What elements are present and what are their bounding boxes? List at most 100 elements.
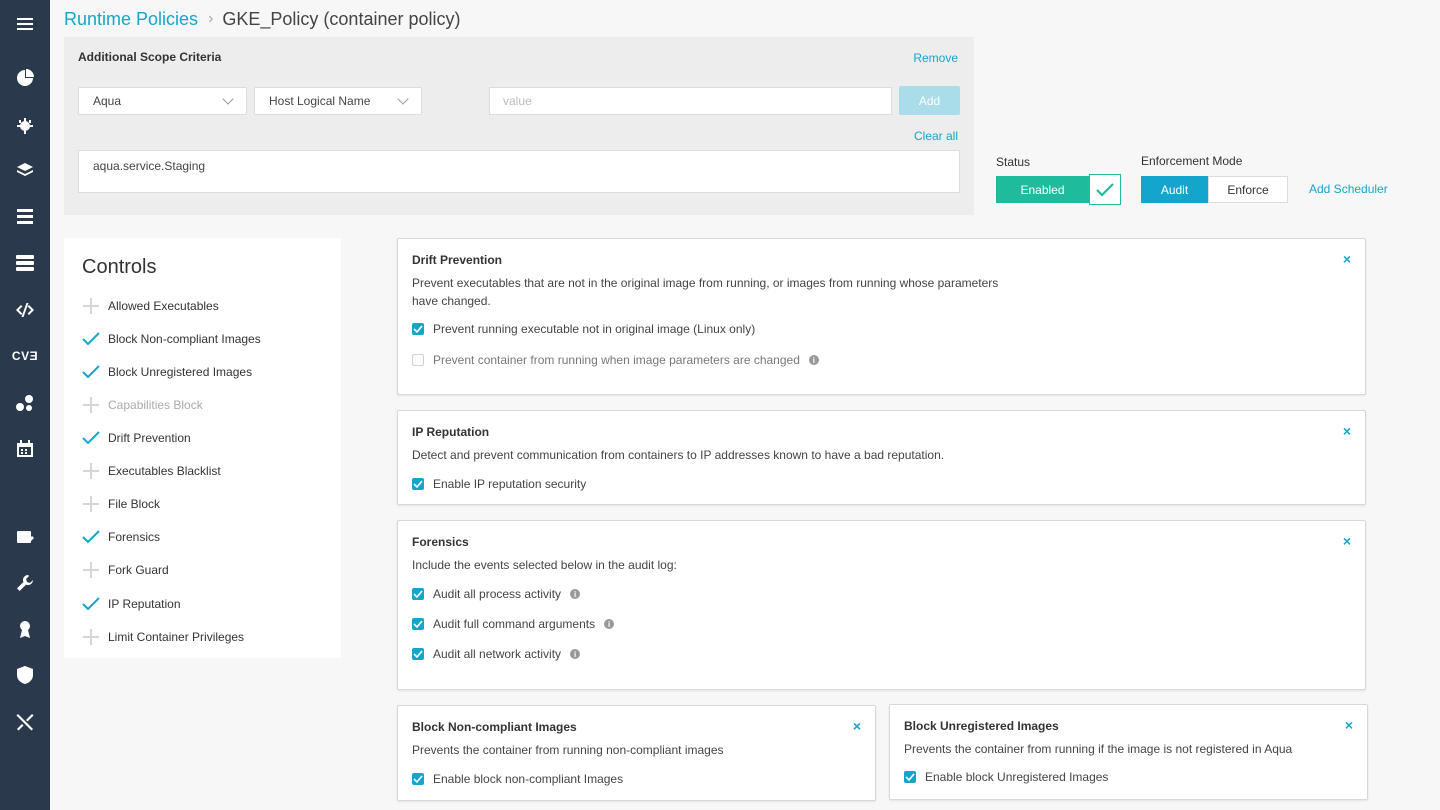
- control-capabilities-block[interactable]: Capabilities Block: [82, 394, 203, 416]
- cve-icon[interactable]: CVƎ: [0, 341, 50, 371]
- checkbox-checked[interactable]: [412, 773, 424, 785]
- control-drift-prevention[interactable]: Drift Prevention: [82, 427, 191, 449]
- control-label: IP Reputation: [108, 597, 181, 611]
- control-label: Forensics: [108, 530, 161, 544]
- unregistered-option-enable: Enable block Unregistered Images: [904, 770, 1108, 784]
- card-description: Prevent executables that are not in the …: [412, 274, 998, 310]
- noncompliant-option-enable: Enable block non-compliant Images: [412, 772, 623, 786]
- option-label: Prevent running executable not in origin…: [433, 322, 756, 336]
- calendar-icon[interactable]: [0, 434, 50, 464]
- option-label: Enable block non-compliant Images: [433, 772, 624, 786]
- ip-reputation-card: IP Reputation × Detect and prevent commu…: [397, 410, 1366, 505]
- breadcrumb: Runtime Policies › GKE_Policy (container…: [64, 6, 461, 32]
- check-icon: [82, 330, 100, 348]
- drift-option-parameters: Prevent container from running when imag…: [412, 353, 819, 367]
- policy-icon[interactable]: [0, 522, 50, 552]
- control-ip-reputation[interactable]: IP Reputation: [82, 593, 181, 615]
- card-description: Detect and prevent communication from co…: [412, 448, 945, 462]
- add-scope-button[interactable]: Add: [899, 86, 960, 115]
- card-title: Drift Prevention: [412, 253, 503, 267]
- audit-mode-button[interactable]: Audit: [1141, 176, 1208, 203]
- info-icon[interactable]: i: [570, 649, 581, 659]
- check-icon: [82, 528, 100, 546]
- scope-panel: Additional Scope Criteria Remove Aqua Ho…: [64, 37, 974, 215]
- bug-icon[interactable]: [0, 110, 50, 140]
- option-label: Enable IP reputation security: [433, 477, 587, 491]
- code-icon[interactable]: [0, 295, 50, 325]
- chevron-down-icon: [222, 93, 234, 105]
- card-title: Block Unregistered Images: [904, 719, 1059, 733]
- layers-icon[interactable]: [0, 155, 50, 185]
- forensics-card: Forensics × Include the events selected …: [397, 520, 1366, 690]
- scope-source-select[interactable]: Aqua: [78, 87, 247, 115]
- page-title: GKE_Policy (container policy): [222, 8, 461, 29]
- enforcement-mode-label: Enforcement Mode: [1141, 154, 1243, 168]
- wrench-icon[interactable]: [0, 568, 50, 598]
- option-label: Audit all network activity: [433, 647, 562, 661]
- plus-icon: [82, 495, 100, 513]
- tools-icon[interactable]: [0, 707, 50, 737]
- scope-attribute-value: Host Logical Name: [269, 94, 371, 108]
- close-icon[interactable]: ×: [1343, 533, 1351, 549]
- info-icon[interactable]: i: [570, 589, 581, 599]
- add-scheduler-link[interactable]: Add Scheduler: [1309, 182, 1388, 196]
- option-label: Audit full command arguments: [433, 617, 596, 631]
- card-description: Include the events selected below in the…: [412, 558, 677, 572]
- checkbox-unchecked[interactable]: [412, 354, 424, 366]
- status-value: Enabled: [1020, 182, 1065, 197]
- scope-value-input[interactable]: [489, 87, 892, 115]
- shield-icon[interactable]: [0, 660, 50, 690]
- control-file-block[interactable]: File Block: [82, 493, 160, 515]
- drift-option-executable: Prevent running executable not in origin…: [412, 322, 755, 336]
- forensics-option-network: Audit all network activity i: [412, 647, 581, 661]
- workloads-icon[interactable]: [0, 201, 50, 231]
- ip-option-enable: Enable IP reputation security: [412, 477, 586, 491]
- card-description: Prevents the container from running non-…: [412, 743, 724, 757]
- control-executables-blacklist[interactable]: Executables Blacklist: [82, 460, 221, 482]
- close-icon[interactable]: ×: [853, 718, 861, 734]
- plus-icon: [82, 462, 100, 480]
- close-icon[interactable]: ×: [1343, 423, 1351, 439]
- info-icon[interactable]: i: [604, 619, 615, 629]
- info-icon[interactable]: i: [808, 355, 819, 365]
- card-title: Forensics: [412, 535, 469, 549]
- servers-icon[interactable]: [0, 248, 50, 278]
- control-forensics[interactable]: Forensics: [82, 526, 160, 548]
- card-title: Block Non-compliant Images: [412, 720, 577, 734]
- checkbox-checked[interactable]: [904, 771, 916, 783]
- award-icon[interactable]: [0, 614, 50, 644]
- dashboard-icon[interactable]: [0, 63, 50, 93]
- checkbox-checked[interactable]: [412, 618, 424, 630]
- checkbox-checked[interactable]: [412, 588, 424, 600]
- network-icon[interactable]: [0, 388, 50, 418]
- close-icon[interactable]: ×: [1343, 251, 1351, 267]
- scope-source-value: Aqua: [93, 94, 122, 108]
- control-limit-container-privileges[interactable]: Limit Container Privileges: [82, 626, 244, 648]
- scope-expression-box[interactable]: aqua.service.Staging: [78, 150, 960, 193]
- forensics-option-process: Audit all process activity i: [412, 587, 581, 601]
- checkbox-checked[interactable]: [412, 323, 424, 335]
- remove-scope-link[interactable]: Remove: [913, 51, 958, 65]
- control-block-non-compliant-images[interactable]: Block Non-compliant Images: [82, 328, 261, 350]
- checkbox-checked[interactable]: [412, 478, 424, 490]
- checkbox-checked[interactable]: [412, 648, 424, 660]
- control-fork-guard[interactable]: Fork Guard: [82, 559, 169, 581]
- close-icon[interactable]: ×: [1345, 717, 1353, 733]
- scope-attribute-select[interactable]: Host Logical Name: [254, 87, 422, 115]
- status-toggle[interactable]: [1089, 174, 1121, 205]
- control-label: Limit Container Privileges: [108, 630, 245, 644]
- option-label: Enable block Unregistered Images: [925, 770, 1109, 784]
- check-icon: [82, 363, 100, 381]
- scope-expression: aqua.service.Staging: [93, 159, 206, 173]
- card-description: Prevents the container from running if t…: [904, 742, 1293, 756]
- control-label: File Block: [108, 497, 161, 511]
- control-allowed-executables[interactable]: Allowed Executables: [82, 295, 219, 317]
- card-description-line: Prevent executables that are not in the …: [412, 276, 999, 290]
- clear-all-link[interactable]: Clear all: [914, 129, 958, 143]
- status-enabled-button[interactable]: Enabled: [996, 176, 1089, 203]
- control-block-unregistered-images[interactable]: Block Unregistered Images: [82, 361, 252, 383]
- enforce-mode-button[interactable]: Enforce: [1208, 176, 1288, 203]
- chevron-down-icon: [397, 93, 409, 105]
- menu-icon[interactable]: [0, 9, 50, 39]
- breadcrumb-runtime-policies[interactable]: Runtime Policies: [64, 9, 198, 30]
